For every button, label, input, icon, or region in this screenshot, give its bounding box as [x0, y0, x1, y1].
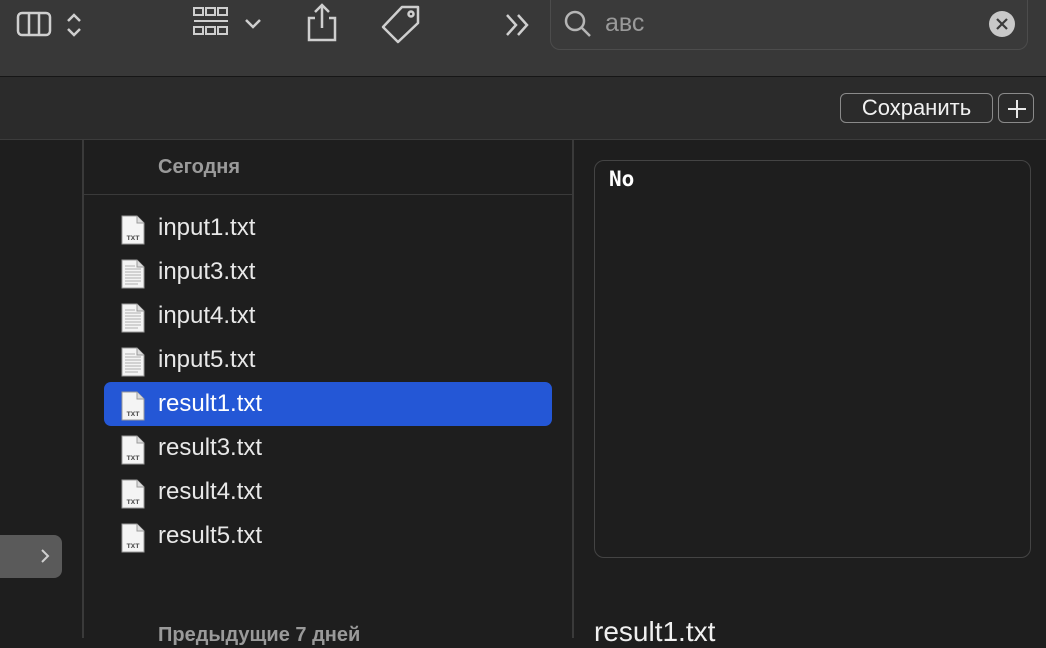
svg-text:TXT: TXT — [127, 455, 141, 462]
txt-file-icon: TXT — [120, 435, 146, 470]
file-name: input5.txt — [158, 346, 256, 373]
search-input[interactable]: авс — [605, 9, 644, 38]
text-doc-icon — [120, 347, 146, 382]
file-name: result3.txt — [158, 434, 263, 461]
svg-text:TXT: TXT — [127, 499, 141, 506]
file-row[interactable]: input5.txt — [104, 338, 552, 382]
file-name: input1.txt — [158, 214, 256, 241]
selected-folder-row[interactable] — [0, 535, 62, 578]
text-doc-icon — [120, 303, 146, 338]
search-field[interactable]: авс — [550, 0, 1028, 50]
action-bar: Сохранить — [0, 77, 1046, 140]
section-header-today: Сегодня — [158, 156, 241, 178]
txt-file-icon: TXT — [120, 391, 146, 426]
preview-file-name: result1.txt — [594, 616, 716, 647]
file-list-column: Сегодня TXT input1.txt input3.txt input4.tx… — [84, 140, 572, 646]
file-name: result4.txt — [158, 478, 263, 505]
group-grid-icon[interactable] — [192, 6, 266, 42]
view-switch-chevron-icon[interactable] — [64, 10, 84, 40]
preview-box: No — [594, 160, 1031, 558]
save-button[interactable]: Сохранить — [840, 93, 993, 123]
preview-column: No result1.txt — [574, 140, 1046, 647]
file-name: result1.txt — [158, 390, 263, 417]
section-divider — [84, 194, 572, 195]
preview-content: No — [609, 167, 635, 191]
column-view-icon[interactable] — [16, 10, 52, 38]
add-button[interactable] — [998, 93, 1034, 123]
file-row[interactable]: input4.txt — [104, 294, 552, 338]
search-icon — [563, 9, 593, 44]
file-row[interactable]: input3.txt — [104, 250, 552, 294]
txt-file-icon: TXT — [120, 479, 146, 514]
file-name: result5.txt — [158, 522, 263, 549]
tag-icon[interactable] — [380, 4, 422, 44]
svg-text:TXT: TXT — [127, 411, 141, 418]
file-name: input3.txt — [158, 258, 256, 285]
file-row[interactable]: TXT result1.txt — [104, 382, 552, 426]
clear-icon[interactable] — [989, 11, 1015, 37]
file-row[interactable]: TXT result3.txt — [104, 426, 552, 470]
toolbar: авс — [0, 0, 1046, 77]
file-row[interactable]: TXT result4.txt — [104, 470, 552, 514]
file-list: TXT input1.txt input3.txt input4.txt input5.… — [104, 206, 552, 558]
share-icon[interactable] — [306, 2, 338, 42]
more-chevrons-icon[interactable] — [504, 12, 532, 38]
file-row[interactable]: TXT input1.txt — [104, 206, 552, 250]
txt-file-icon: TXT — [120, 523, 146, 558]
file-row[interactable]: TXT result5.txt — [104, 514, 552, 558]
file-name: input4.txt — [158, 302, 256, 329]
txt-file-icon: TXT — [120, 215, 146, 250]
text-doc-icon — [120, 259, 146, 294]
section-header-previous: Предыдущие 7 дней — [158, 624, 361, 646]
svg-text:TXT: TXT — [127, 543, 141, 550]
svg-text:TXT: TXT — [127, 235, 141, 242]
